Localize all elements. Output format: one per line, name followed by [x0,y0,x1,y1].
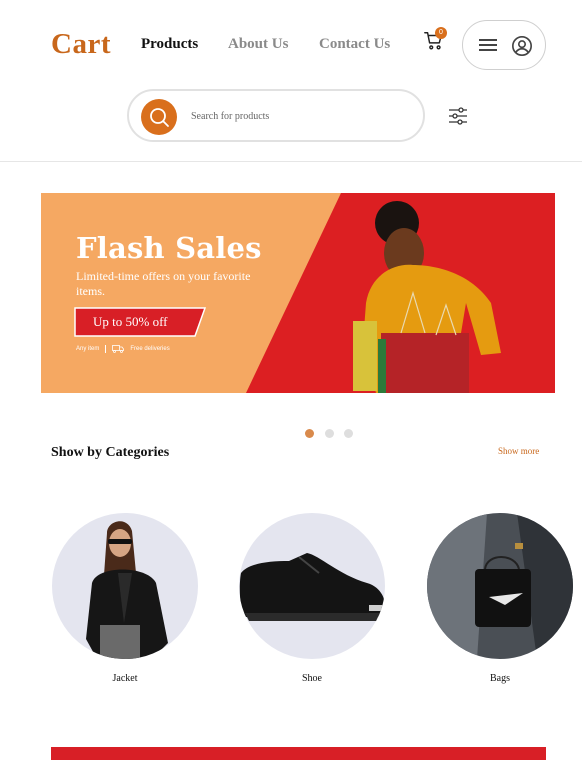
filter-icon[interactable] [448,106,468,126]
banner-title: Flash Sales [76,231,262,265]
category-jacket-label[interactable]: Jacket [52,673,198,684]
user-menu-pill[interactable] [462,20,546,70]
nav-contact-us[interactable]: Contact Us [319,36,390,53]
banner-meta-right: Free deliveries [130,346,170,352]
category-bags-label[interactable]: Bags [427,673,573,684]
search-button[interactable] [141,99,177,135]
promo-strip [51,747,546,760]
bag-image [427,513,573,659]
carousel-dot-3[interactable] [344,429,353,438]
search-bar [127,89,425,142]
banner-meta-separator [105,345,107,353]
banner-cta-label[interactable]: Up to 50% off [93,314,168,330]
carousel-dot-1[interactable] [305,429,314,438]
logo[interactable]: Cart [51,28,111,61]
header-divider [0,161,582,162]
category-jacket[interactable] [52,513,198,659]
truck-icon [112,345,125,353]
nav-about-us[interactable]: About Us [228,36,288,53]
shoe-image [239,553,385,621]
banner-subtitle: Limited-time offers on your favorite ite… [76,269,251,298]
categories-title: Show by Categories [51,445,170,460]
cart-button[interactable]: 0 [423,27,447,54]
banner-meta: Any item Free deliveries [76,345,170,353]
menu-icon[interactable] [479,38,497,52]
carousel-dot-2[interactable] [325,429,334,438]
cart-count-badge: 0 [435,27,447,39]
banner-meta-left: Any item [76,346,100,352]
nav-products[interactable]: Products [141,36,198,53]
search-input[interactable] [191,105,411,127]
category-shoe-label[interactable]: Shoe [239,673,385,684]
flash-sales-banner[interactable]: Flash Sales Limited-time offers on your … [41,193,555,393]
category-bags[interactable] [427,513,573,659]
search-icon [150,108,169,127]
jacket-image [86,521,168,659]
account-icon[interactable] [511,35,533,57]
show-more-link[interactable]: Show more [498,446,539,456]
category-shoe[interactable] [239,513,385,659]
